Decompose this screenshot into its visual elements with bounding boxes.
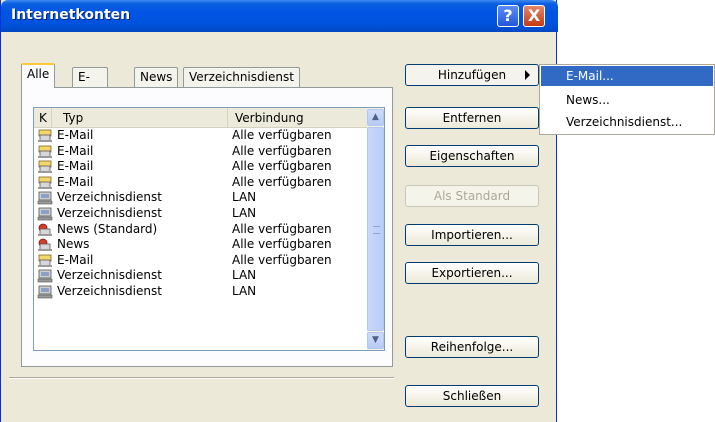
accounts-list[interactable]: K Typ Verbindung E-Mail Alle verfügbaren E… [33, 107, 385, 351]
list-item[interactable]: News (Standard) Alle verfügbaren [34, 222, 367, 238]
account-type: E-Mail [57, 159, 94, 174]
properties-button[interactable]: Eigenschaften [405, 145, 539, 167]
list-item[interactable]: E-Mail Alle verfügbaren [34, 175, 367, 191]
mail-account-icon [37, 176, 53, 190]
account-connection: LAN [232, 190, 257, 205]
account-connection: Alle verfügbaren [232, 159, 332, 174]
window-title: Internetkonten [11, 7, 131, 23]
import-button[interactable]: Importieren... [405, 224, 539, 246]
remove-button[interactable]: Entfernen [405, 107, 539, 129]
account-connection: Alle verfügbaren [232, 143, 332, 158]
list-rows: E-Mail Alle verfügbaren E-Mail Alle verfügb… [34, 128, 367, 300]
internet-accounts-dialog: Internetkonten ? X Alle E-Mail News Verz… [0, 0, 558, 422]
tab-alle[interactable]: Alle [21, 63, 56, 88]
news-account-icon [37, 223, 53, 237]
list-item[interactable]: Verzeichnisdienst LAN [34, 268, 367, 284]
account-connection: Alle verfügbaren [232, 128, 332, 142]
add-submenu: E-Mail... News... Verzeichnisdienst... [539, 64, 715, 135]
account-type: E-Mail [57, 174, 94, 189]
vertical-scrollbar[interactable]: ▲ ▼ [367, 108, 384, 350]
list-item[interactable]: Verzeichnisdienst LAN [34, 190, 367, 206]
directory-service-icon [37, 269, 53, 283]
list-item[interactable]: Verzeichnisdienst LAN [34, 284, 367, 300]
tab-news[interactable]: News [134, 67, 179, 87]
account-connection: LAN [232, 205, 257, 220]
tab-directory-service[interactable]: Verzeichnisdienst [183, 67, 300, 87]
tab-panel: K Typ Verbindung E-Mail Alle verfügbaren E… [21, 87, 393, 367]
scroll-up-icon[interactable]: ▲ [367, 109, 384, 126]
add-button-label: Hinzufügen [437, 68, 507, 82]
list-item[interactable]: E-Mail Alle verfügbaren [34, 253, 367, 269]
news-account-icon [37, 238, 53, 252]
account-type: Verzeichnisdienst [57, 268, 162, 283]
account-connection: LAN [232, 268, 257, 283]
grip-icon [373, 226, 380, 234]
column-header-k[interactable]: K [34, 108, 52, 128]
mail-account-icon [37, 145, 53, 159]
account-type: E-Mail [57, 128, 94, 142]
account-type: Verzeichnisdienst [57, 283, 162, 298]
export-button[interactable]: Exportieren... [405, 262, 539, 284]
mail-account-icon [37, 254, 53, 268]
list-item[interactable]: E-Mail Alle verfügbaren [34, 144, 367, 160]
account-type: Verzeichnisdienst [57, 190, 162, 205]
order-button[interactable]: Reihenfolge... [405, 336, 539, 358]
separator [9, 377, 394, 379]
mail-account-icon [37, 129, 53, 143]
scroll-down-icon[interactable]: ▼ [367, 332, 384, 349]
scroll-thumb[interactable] [367, 127, 384, 331]
menu-item-directory-service[interactable]: Verzeichnisdienst... [541, 112, 713, 132]
directory-service-icon [37, 207, 53, 221]
account-type: E-Mail [57, 252, 94, 267]
list-item[interactable]: E-Mail Alle verfügbaren [34, 128, 367, 144]
list-header: K Typ Verbindung [34, 108, 367, 128]
directory-service-icon [37, 285, 53, 299]
account-connection: Alle verfügbaren [232, 174, 332, 189]
column-header-verbindung[interactable]: Verbindung [228, 108, 367, 128]
list-item[interactable]: Verzeichnisdienst LAN [34, 206, 367, 222]
add-button[interactable]: Hinzufügen [405, 64, 539, 86]
help-button[interactable]: ? [497, 5, 519, 27]
close-button[interactable]: Schließen [405, 385, 539, 407]
account-type: Verzeichnisdienst [57, 205, 162, 220]
title-bar[interactable]: Internetkonten ? X [1, 0, 558, 32]
menu-item-news[interactable]: News... [541, 90, 713, 110]
list-item[interactable]: E-Mail Alle verfügbaren [34, 159, 367, 175]
account-connection: Alle verfügbaren [232, 252, 332, 267]
account-type: E-Mail [57, 143, 94, 158]
list-item[interactable]: News Alle verfügbaren [34, 237, 367, 253]
directory-service-icon [37, 191, 53, 205]
tab-email[interactable]: E-Mail [72, 67, 109, 102]
account-connection: LAN [232, 283, 257, 298]
account-connection: Alle verfügbaren [232, 237, 332, 252]
account-type: News [57, 237, 90, 252]
column-header-typ[interactable]: Typ [52, 108, 228, 128]
set-default-button[interactable]: Als Standard [405, 185, 539, 207]
mail-account-icon [37, 160, 53, 174]
submenu-arrow-icon [525, 70, 530, 80]
account-type: News (Standard) [57, 221, 158, 236]
close-window-button[interactable]: X [523, 5, 545, 27]
account-connection: Alle verfügbaren [232, 221, 332, 236]
menu-item-email[interactable]: E-Mail... [541, 66, 713, 86]
